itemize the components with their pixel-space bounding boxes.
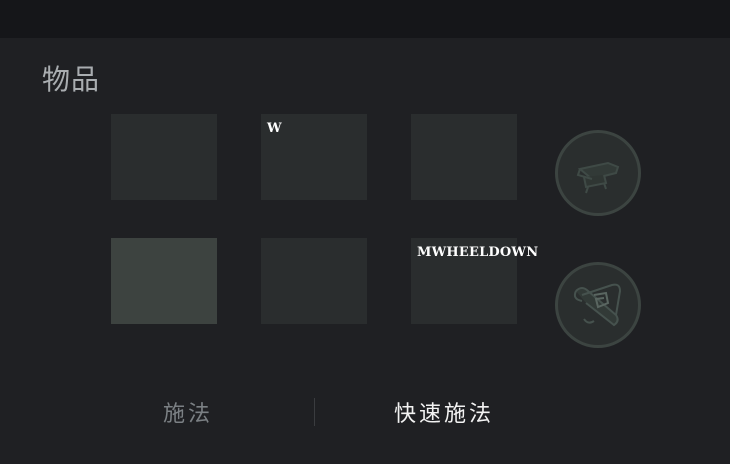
tab-cast[interactable]: 施法 [163, 396, 213, 428]
hotkey-label: W [267, 121, 282, 136]
tab-divider [314, 398, 315, 426]
item-slot-3[interactable] [411, 114, 517, 200]
item-slot-2[interactable]: W [261, 114, 367, 200]
cast-mode-tabs: 施法 快速施法 [0, 382, 730, 442]
section-title: 物品 [42, 63, 101, 96]
top-bar [0, 0, 730, 38]
item-slot-6[interactable]: MWHEELDOWN [411, 238, 538, 324]
item-slot-1[interactable] [111, 114, 217, 200]
neutral-item-slot[interactable] [555, 130, 641, 216]
scroll-icon [573, 283, 622, 327]
teleport-scroll-slot[interactable] [555, 262, 641, 348]
anvil-icon [576, 161, 620, 194]
tab-quick-cast[interactable]: 快速施法 [394, 396, 494, 428]
items-panel: 物品 W MWHEELDOWN 施法 快速施法 [0, 38, 730, 464]
hotkey-label: MWHEELDOWN [417, 245, 539, 260]
item-slot-4[interactable] [111, 238, 217, 324]
item-slot-5[interactable] [261, 238, 367, 324]
